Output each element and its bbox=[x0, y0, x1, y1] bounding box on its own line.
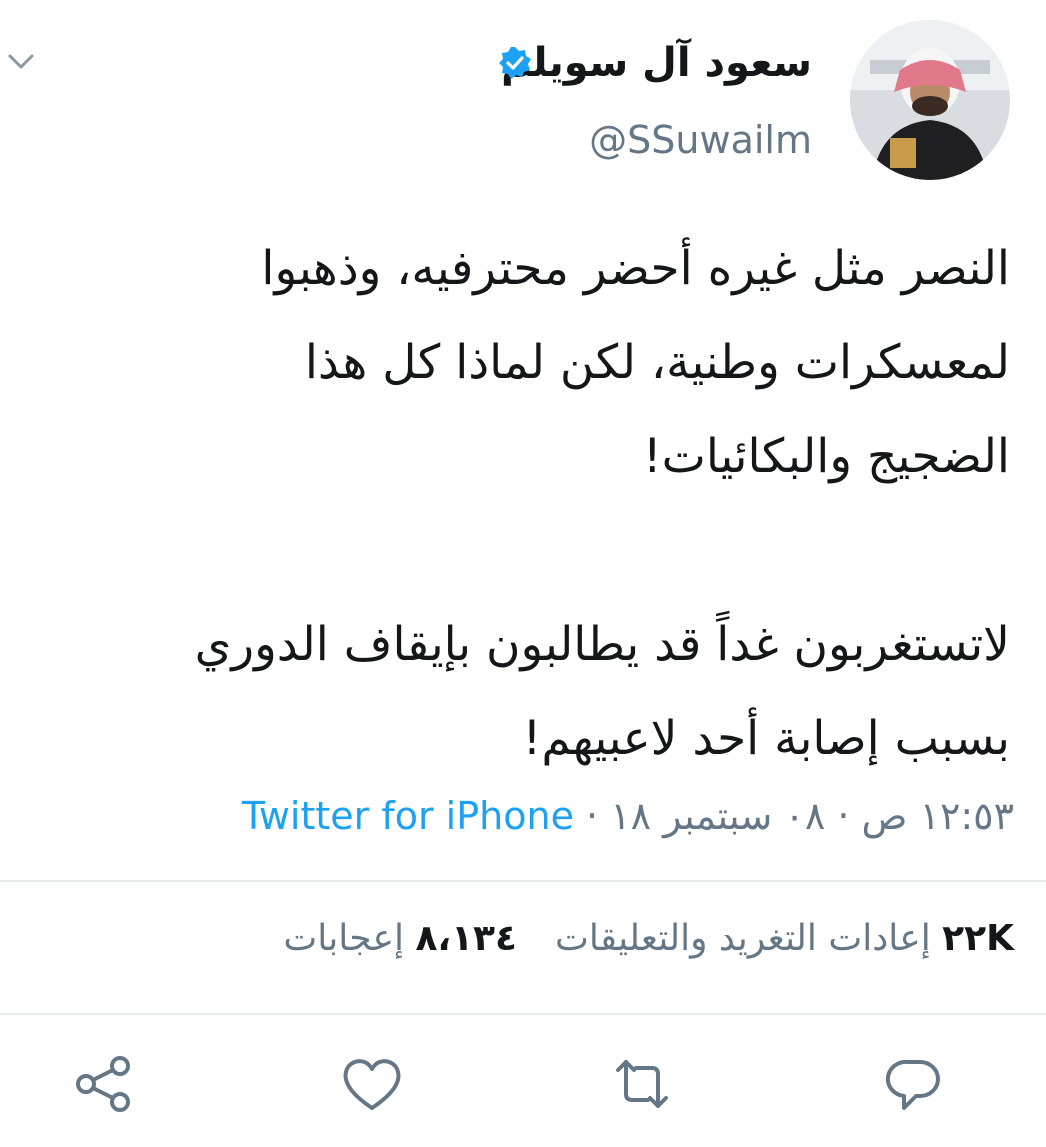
tweet-metadata: ١٢:٥٣ ص · ٠٨ سبتمبر ١٨ · Twitter for iPh… bbox=[242, 794, 1014, 838]
tweet-time: ١٢:٥٣ ص bbox=[861, 794, 1014, 838]
retweets-label: إعادات التغريد والتعليقات bbox=[555, 918, 931, 959]
meta-separator: · bbox=[837, 794, 850, 838]
retweets-count: ٢٢K bbox=[942, 918, 1014, 959]
likes-label: إعجابات bbox=[283, 918, 404, 959]
likes-count: ٨،١٣٤ bbox=[415, 918, 518, 959]
divider bbox=[0, 880, 1046, 882]
avatar[interactable] bbox=[850, 20, 1010, 180]
reply-icon[interactable] bbox=[880, 1050, 948, 1118]
tweet-stats: ٢٢K إعادات التغريد والتعليقات ٨،١٣٤ إعجاب… bbox=[283, 918, 1014, 959]
verified-badge-icon bbox=[499, 47, 531, 79]
divider bbox=[0, 1013, 1046, 1015]
retweet-icon[interactable] bbox=[608, 1050, 676, 1118]
tweet-date: ٠٨ سبتمبر ١٨ bbox=[610, 794, 826, 838]
retweets-stat[interactable]: ٢٢K إعادات التغريد والتعليقات bbox=[555, 918, 1014, 959]
tweet-text: النصر مثل غيره أحضر محترفيه، وذهبوا لمعس… bbox=[194, 241, 1010, 766]
user-handle[interactable]: @SSuwailm bbox=[589, 118, 812, 162]
meta-separator: · bbox=[586, 794, 599, 838]
display-name[interactable]: سعود آل سويلم bbox=[501, 40, 812, 86]
chevron-down-icon[interactable] bbox=[6, 50, 36, 74]
likes-stat[interactable]: ٨،١٣٤ إعجابات bbox=[283, 918, 517, 959]
avatar-photo bbox=[850, 20, 1010, 180]
tweet-source-link[interactable]: Twitter for iPhone bbox=[242, 794, 574, 838]
heart-icon[interactable] bbox=[338, 1050, 406, 1118]
share-icon[interactable] bbox=[70, 1050, 138, 1118]
